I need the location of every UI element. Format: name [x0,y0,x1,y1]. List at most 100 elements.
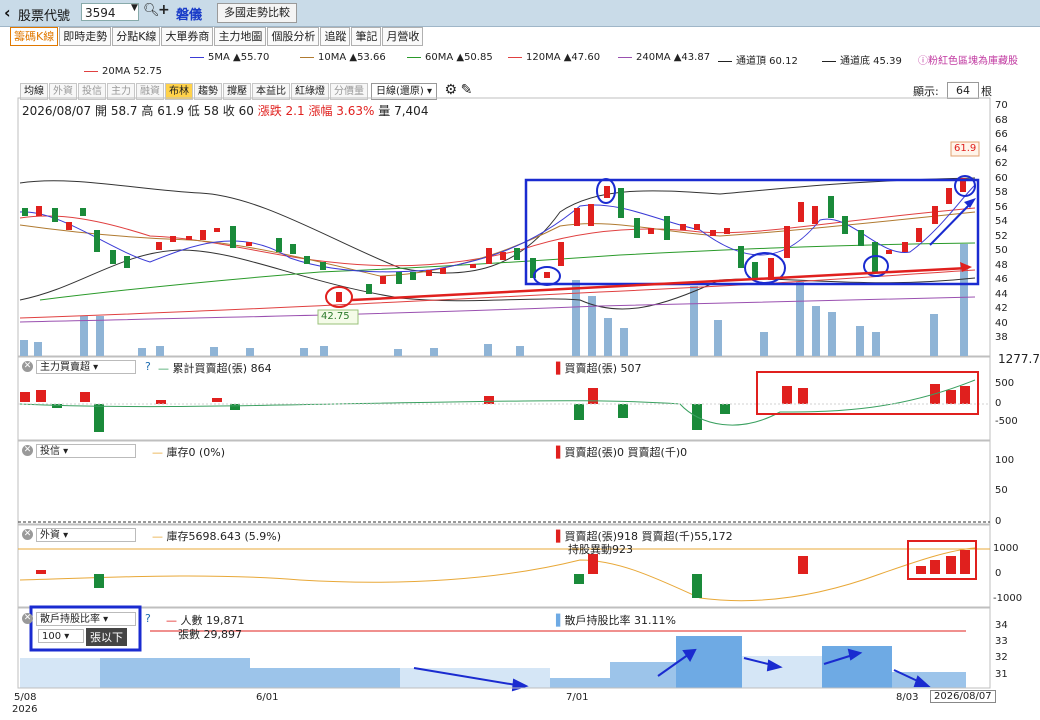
date-label: 7/01 [566,692,589,703]
candle [66,222,72,230]
trust-inventory-legend: — 庫存0 (0%) [152,446,226,459]
candle [186,236,192,240]
candle [470,264,476,268]
candle [336,292,342,302]
candle [680,224,686,230]
candle [946,188,952,204]
axis-label: 0 [995,516,1002,527]
net-legend: ▌買賣超(張) 507 [556,362,642,375]
candle [276,238,282,252]
candle [530,258,536,278]
candle [634,218,640,238]
axis-label: 500 [995,378,1015,389]
candle [738,246,744,268]
candle [500,252,506,260]
candle [664,216,670,240]
side-value: 1277.7 [998,352,1040,366]
candle [828,196,834,218]
holder-threshold-select[interactable]: 100 ▾ [38,629,84,643]
candle [36,206,42,216]
close-icon[interactable]: ✕ [22,613,33,624]
help-icon[interactable]: ? [145,612,151,625]
candle [80,208,86,216]
annotations [325,175,980,308]
close-icon[interactable]: ✕ [22,361,33,372]
candle [916,228,922,242]
holder-select[interactable]: 散戶持股比率 ▾ [36,612,136,626]
candle [320,262,326,270]
candle [52,208,58,222]
candle [514,248,520,260]
candle [230,226,236,248]
candle [396,272,402,284]
date-label: 8/03 [896,692,919,703]
date-year-label: 2026 [12,704,38,715]
candle [124,256,130,268]
axis-label: -1000 [993,593,1023,604]
axis-label: 34 [995,620,1008,631]
candle [22,208,28,216]
candle [426,270,432,276]
candle [440,268,446,274]
candle [858,230,864,246]
candle [214,228,220,232]
date-label: 5/08 [14,692,37,703]
candle [558,242,564,266]
foreign-inventory-legend: — 庫存5698.643 (5.9%) [152,530,282,543]
foreign-change-legend: 持股異動923 [568,543,633,556]
main-force-bars [20,384,970,432]
candle [246,242,252,246]
high-price-callout: 61.9 [954,143,977,154]
candle [932,206,938,224]
candle [724,228,730,234]
axis-label: -500 [995,416,1018,427]
candle [842,216,848,234]
candle [170,236,176,242]
candle [812,206,818,224]
candle [618,188,624,218]
candle [886,250,892,254]
candle [784,226,790,258]
holder-ratio-legend: ▌散戶持股比率 31.11% [556,614,676,627]
holder-threshold-label: 張以下 [86,628,127,646]
axis-label: 31 [995,669,1008,680]
candle [588,204,594,226]
candle [366,284,372,294]
foreign-select[interactable]: 外資 ▾ [36,528,136,542]
candle [290,244,296,254]
candle [380,276,386,284]
axis-label: 33 [995,636,1008,647]
candle [574,208,580,226]
candle [902,242,908,252]
axis-label: 32 [995,652,1008,663]
holder-shares-legend: 張數 29,897 [178,628,242,641]
date-label: 6/01 [256,692,279,703]
trust-net-legend: ▌買賣超(張)0 買賣超(千)0 [556,446,688,459]
main-force-select[interactable]: 主力買賣超 ▾ [36,360,136,374]
close-icon[interactable]: ✕ [22,529,33,540]
axis-label: 0 [995,398,1002,409]
help-icon[interactable]: ? [145,360,151,373]
candle [156,242,162,250]
chart-canvas [17,97,991,692]
candle [544,272,550,278]
axis-label: 50 [995,485,1008,496]
trust-select[interactable]: 投信 ▾ [36,444,136,458]
candle [200,230,206,240]
current-date-label: 2026/08/07 [930,690,996,703]
cumulative-legend: — 累計買賣超(張) 864 [158,362,272,375]
axis-label: 0 [995,568,1002,579]
candle [304,256,310,264]
candle [94,230,100,252]
inventory-line [19,547,976,602]
candle [710,230,716,236]
candle [752,262,758,280]
axis-label: 1000 [993,543,1019,554]
candle [648,228,654,234]
candle [410,272,416,280]
axis-label: 100 [995,455,1015,466]
candle [768,258,774,280]
candle [486,248,492,264]
candle [604,186,610,198]
close-icon[interactable]: ✕ [22,445,33,456]
